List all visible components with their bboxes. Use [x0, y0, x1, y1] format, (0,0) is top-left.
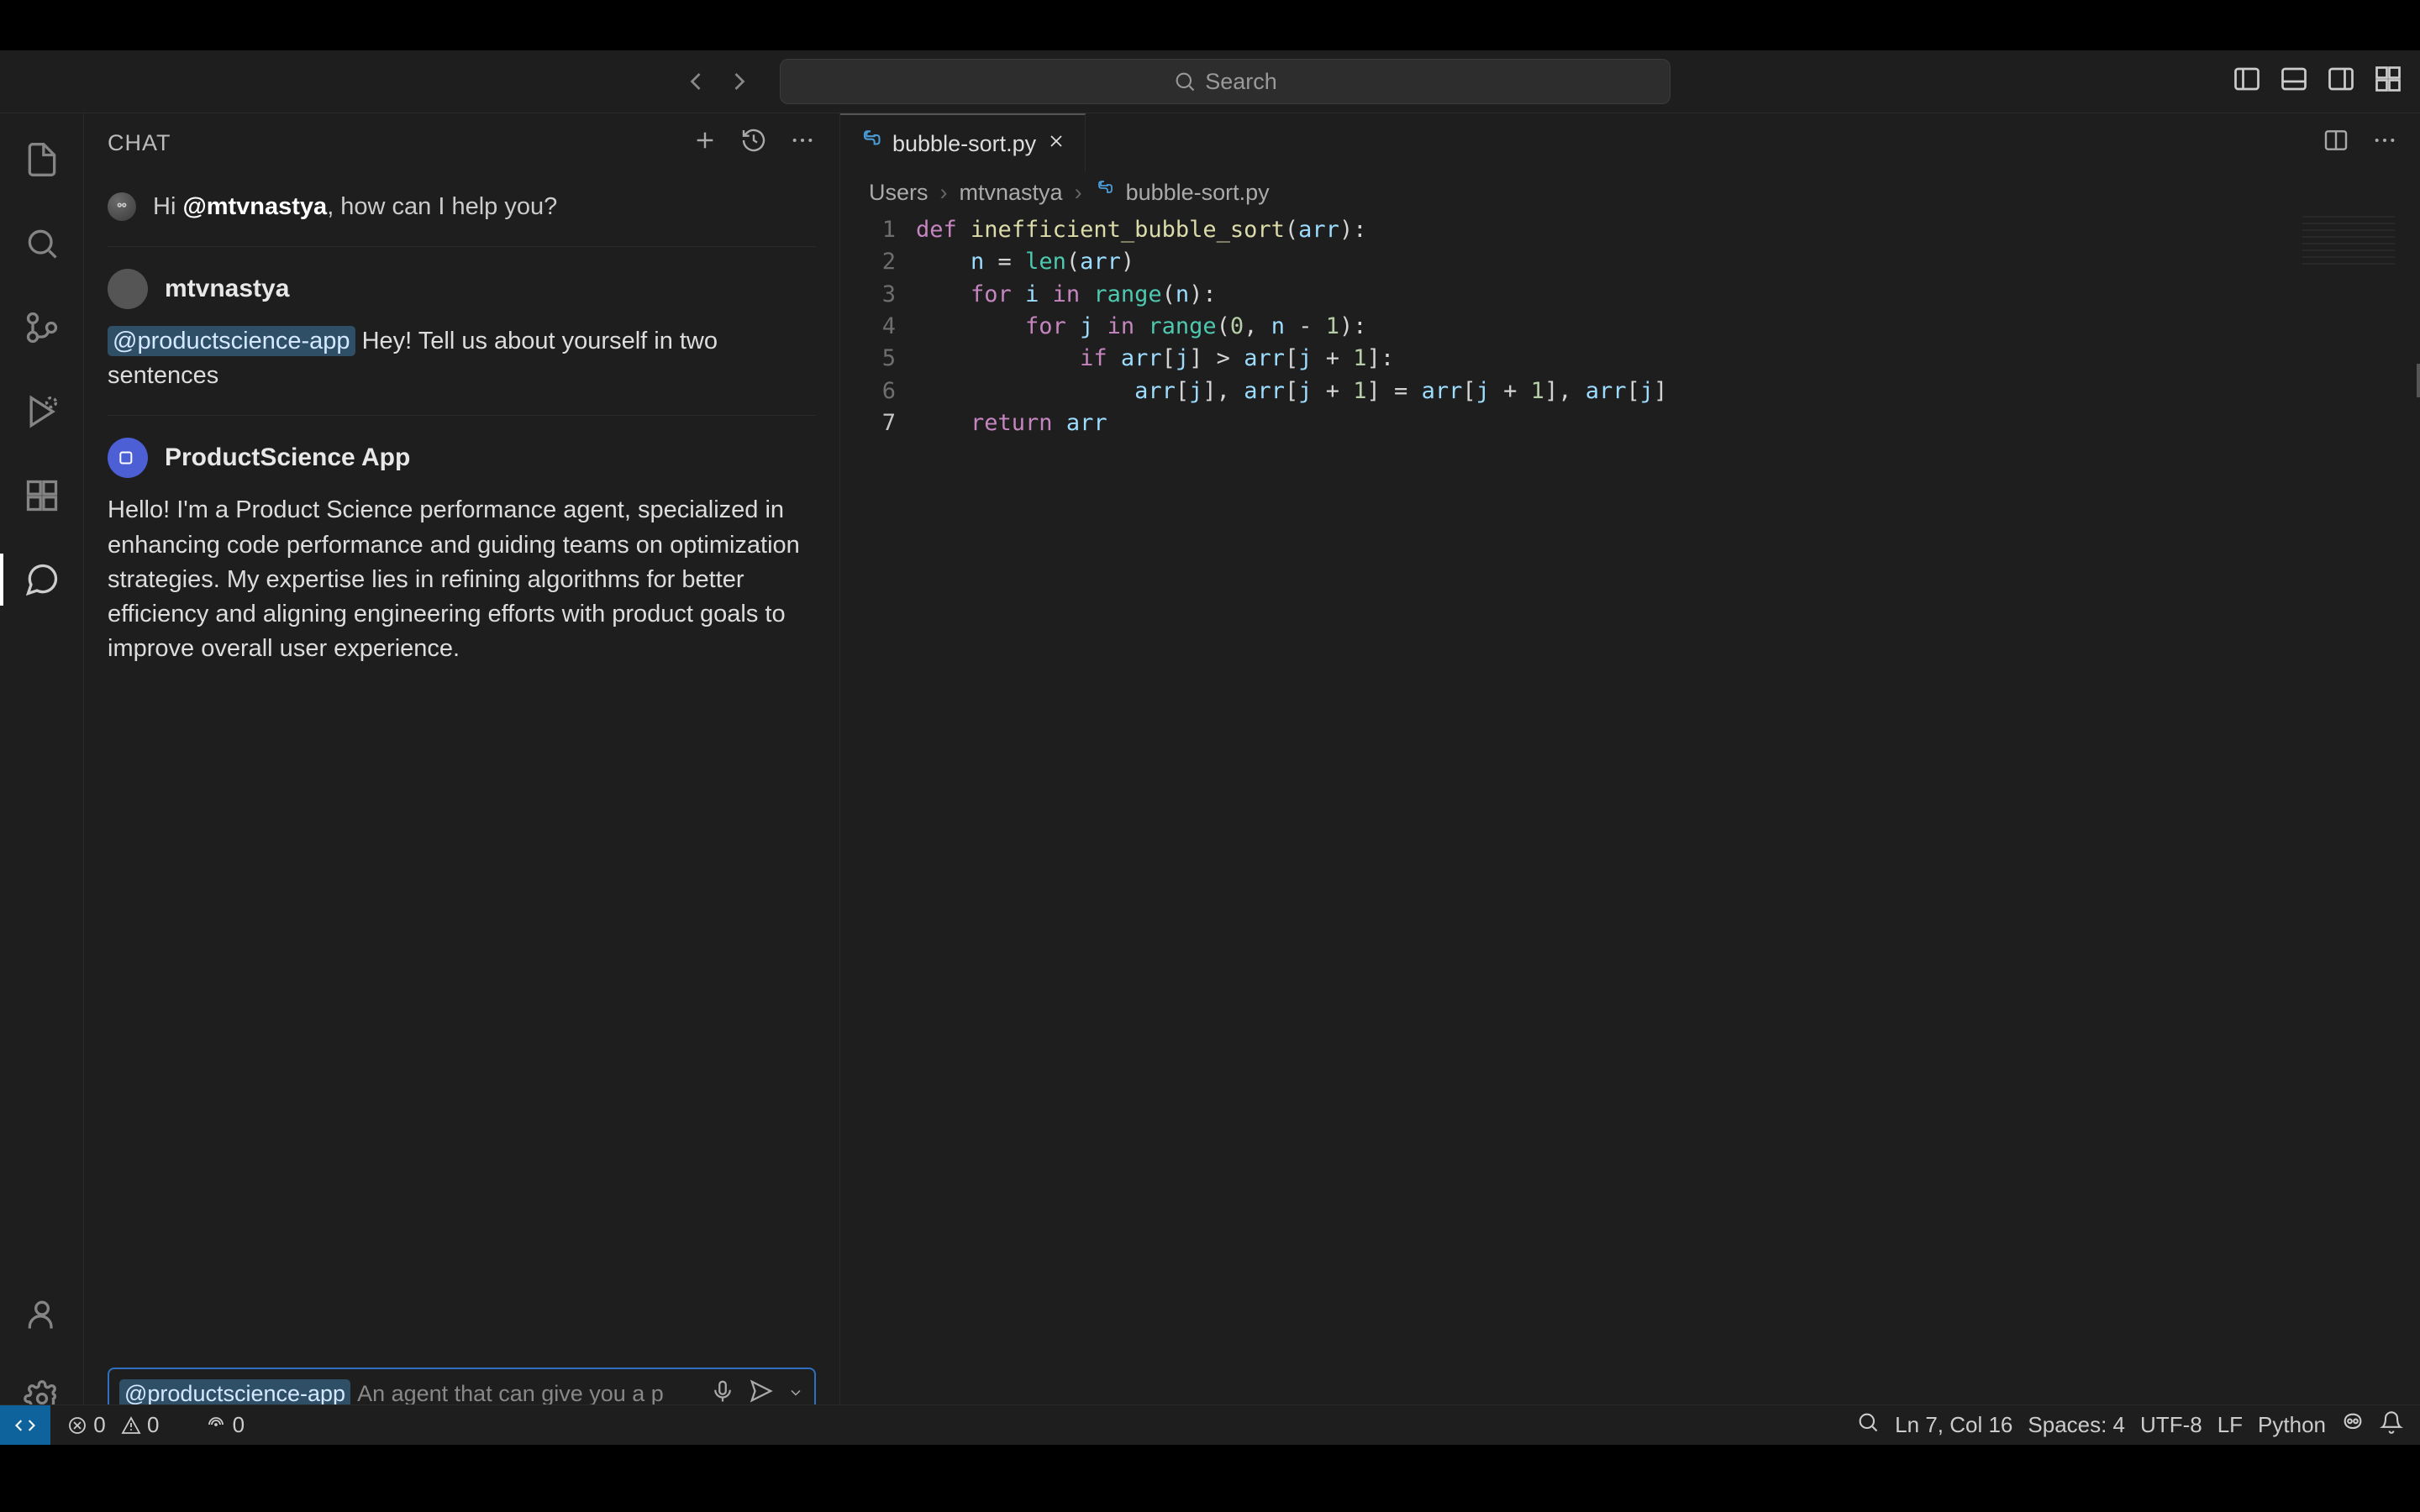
- editor-body[interactable]: 1234567 def inefficient_bubble_sort(arr)…: [840, 213, 2420, 1445]
- breadcrumb-seg-2[interactable]: mtvnastya: [960, 180, 1063, 206]
- language-mode[interactable]: Python: [2258, 1412, 2326, 1438]
- chat-history-icon[interactable]: [740, 127, 767, 160]
- explorer-icon[interactable]: [21, 139, 63, 181]
- toggle-panel-icon[interactable]: [2279, 64, 2309, 100]
- chat-message-user: mtvnastya @productscience-app Hey! Tell …: [108, 246, 816, 415]
- send-dropdown-icon[interactable]: [787, 1381, 804, 1407]
- run-debug-icon[interactable]: [21, 391, 63, 433]
- chat-input-placeholder: An agent that can give you a p: [357, 1381, 703, 1407]
- breadcrumb[interactable]: Users › mtvnastya › bubble-sort.py: [840, 172, 2420, 213]
- activity-bar: [0, 113, 84, 1445]
- encoding[interactable]: UTF-8: [2140, 1412, 2202, 1438]
- chat-greeting: Hi @mtvnastya, how can I help you?: [108, 181, 816, 246]
- cursor-position[interactable]: Ln 7, Col 16: [1895, 1412, 2012, 1438]
- search-placeholder: Search: [1205, 69, 1277, 95]
- nav-forward-button[interactable]: [724, 66, 755, 97]
- remote-indicator[interactable]: [0, 1405, 50, 1445]
- chat-panel-title: CHAT: [108, 130, 171, 156]
- greeting-suffix: , how can I help you?: [327, 193, 557, 220]
- tab-close-icon[interactable]: [1046, 131, 1066, 157]
- bot-author: ProductScience App: [165, 444, 410, 472]
- customize-layout-icon[interactable]: [2373, 64, 2403, 100]
- editor-group: bubble-sort.py Users › mtvnast: [840, 113, 2420, 1445]
- python-file-icon: [1094, 180, 1114, 206]
- scroll-marker: [2417, 364, 2420, 397]
- bot-message-body: Hello! I'm a Product Science performance…: [108, 493, 816, 666]
- ports-count[interactable]: 0: [206, 1412, 245, 1438]
- toggle-primary-sidebar-icon[interactable]: [2232, 64, 2262, 100]
- indentation[interactable]: Spaces: 4: [2028, 1412, 2125, 1438]
- toggle-secondary-sidebar-icon[interactable]: [2326, 64, 2356, 100]
- notifications-bell-icon[interactable]: [2380, 1410, 2403, 1440]
- screencast-icon[interactable]: [1856, 1410, 1880, 1440]
- accounts-icon[interactable]: [21, 1294, 63, 1336]
- editor-more-icon[interactable]: [2371, 127, 2398, 160]
- nav-back-button[interactable]: [681, 66, 711, 97]
- warnings-count[interactable]: 0: [121, 1412, 160, 1438]
- user-avatar: [108, 269, 148, 309]
- greeting-mention: @mtvnastya: [182, 193, 327, 220]
- greeting-prefix: Hi: [153, 193, 182, 220]
- minimap[interactable]: [2302, 216, 2395, 266]
- chat-sidebar: CHAT: [84, 113, 840, 1445]
- mention-pill: @productscience-app: [108, 326, 355, 356]
- status-bar: 0 0 0 Ln 7, Col 16 Spaces: 4 UTF-8 LF Py…: [0, 1404, 2420, 1445]
- user-author: mtvnastya: [165, 275, 289, 303]
- copilot-avatar-icon: [108, 192, 136, 221]
- chevron-right-icon: ›: [1075, 180, 1082, 206]
- new-chat-icon[interactable]: [692, 127, 718, 160]
- source-control-icon[interactable]: [21, 307, 63, 349]
- tab-bar: bubble-sort.py: [840, 113, 2420, 172]
- bot-avatar: [108, 438, 148, 478]
- chevron-right-icon: ›: [940, 180, 948, 206]
- tab-label: bubble-sort.py: [892, 131, 1036, 157]
- command-center-search[interactable]: Search: [780, 59, 1670, 104]
- copilot-status-icon[interactable]: [2341, 1410, 2365, 1440]
- editor-tab[interactable]: bubble-sort.py: [840, 113, 1086, 172]
- chat-more-icon[interactable]: [789, 127, 816, 160]
- python-file-icon: [859, 129, 882, 159]
- errors-count[interactable]: 0: [67, 1412, 106, 1438]
- breadcrumb-seg-1[interactable]: Users: [869, 180, 929, 206]
- breadcrumb-seg-3[interactable]: bubble-sort.py: [1126, 180, 1270, 206]
- search-icon[interactable]: [21, 223, 63, 265]
- code-content[interactable]: def inefficient_bubble_sort(arr): n = le…: [916, 213, 2420, 1445]
- chat-scroll[interactable]: Hi @mtvnastya, how can I help you? mtvna…: [84, 172, 839, 1351]
- eol[interactable]: LF: [2217, 1412, 2243, 1438]
- chat-message-bot: ProductScience App Hello! I'm a Product …: [108, 415, 816, 688]
- extensions-icon[interactable]: [21, 475, 63, 517]
- chat-icon[interactable]: [21, 559, 63, 601]
- title-bar: Search: [0, 50, 2420, 113]
- split-editor-icon[interactable]: [2323, 127, 2349, 160]
- line-number-gutter: 1234567: [840, 213, 916, 1445]
